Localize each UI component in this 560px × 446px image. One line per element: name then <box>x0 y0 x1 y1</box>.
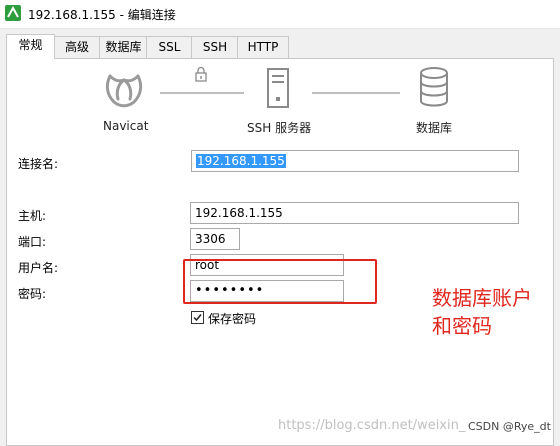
tab-ssh[interactable]: SSH <box>191 36 239 58</box>
annotation-text: 数据库账户 和密码 <box>432 284 532 340</box>
port-input[interactable]: 3306 <box>190 228 240 250</box>
navicat-label: Navicat <box>103 119 149 133</box>
watermark-url: https://blog.csdn.net/weixin_ <box>278 418 466 433</box>
tab-databases[interactable]: 数据库 <box>99 36 148 58</box>
general-tab-panel <box>6 58 554 446</box>
database-icon <box>420 67 448 107</box>
host-input[interactable]: 192.168.1.155 <box>190 202 519 224</box>
navicat-app-icon <box>5 5 21 21</box>
ssh-server-label: SSH 服务器 <box>247 121 312 135</box>
credentials-highlight-box <box>183 259 377 304</box>
window-title: 192.168.1.155 - 编辑连接 <box>28 8 176 22</box>
save-password-checkbox[interactable] <box>191 311 204 324</box>
credit-text: CSDN @Rye_dt <box>468 420 551 433</box>
annotation-line-2: 和密码 <box>432 314 492 338</box>
username-label: 用户名: <box>18 261 59 275</box>
database-label: 数据库 <box>416 121 453 135</box>
save-password-label[interactable]: 保存密码 <box>208 310 256 327</box>
connector-line-right <box>312 92 400 94</box>
port-label: 端口: <box>18 235 47 249</box>
server-icon <box>267 68 289 108</box>
tab-http[interactable]: HTTP <box>237 36 289 58</box>
host-label: 主机: <box>18 209 47 223</box>
tab-general[interactable]: 常规 <box>6 34 55 59</box>
connection-name-value: 192.168.1.155 <box>196 154 286 168</box>
connection-name-label: 连接名: <box>18 157 59 171</box>
tab-advanced[interactable]: 高级 <box>53 36 101 58</box>
password-label: 密码: <box>18 287 47 301</box>
connector-line-left <box>160 92 244 94</box>
annotation-line-1: 数据库账户 <box>432 286 532 310</box>
connection-name-input[interactable]: 192.168.1.155 <box>191 150 519 172</box>
title-bar: 192.168.1.155 - 编辑连接 <box>0 0 560 29</box>
navicat-logo-icon <box>105 74 143 108</box>
tab-ssl[interactable]: SSL <box>146 36 193 58</box>
lock-icon <box>195 66 207 82</box>
